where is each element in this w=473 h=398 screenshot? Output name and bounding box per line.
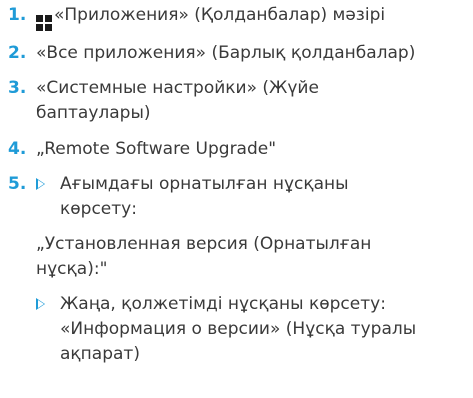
substep-available-version: Жаңа, қолжетімді нұсқаны көрсету: «Инфор… bbox=[36, 292, 467, 367]
item-text-4: „Remote Software Upgrade" bbox=[36, 139, 277, 159]
list-item-3: 3. «Системные настройки» (Жүйе баптаулар… bbox=[0, 76, 467, 126]
list-item-1: 1. «Приложения» (Қолданбалар) мәзірі bbox=[0, 3, 467, 31]
substep-available-version-text: Жаңа, қолжетімді нұсқаны көрсету: «Инфор… bbox=[60, 294, 417, 364]
item-number-1: 1. bbox=[8, 5, 27, 25]
item-number-4: 4. bbox=[8, 139, 27, 159]
item-number-5: 5. bbox=[8, 174, 27, 194]
list-item-5: 5. Ағымдағы орнатылған нұсқаны көрсету: … bbox=[0, 172, 467, 367]
item-text-2: «Все приложения» (Барлық қолданбалар) bbox=[36, 43, 416, 63]
item-text-3: «Системные настройки» (Жүйе баптаулары) bbox=[36, 78, 319, 123]
triangle-bullet-icon bbox=[36, 178, 45, 190]
list-item-4: 4. „Remote Software Upgrade" bbox=[0, 137, 467, 162]
item-text-1: «Приложения» (Қолданбалар) мәзірі bbox=[36, 3, 467, 31]
triangle-bullet-icon bbox=[36, 298, 45, 310]
substep-current-version-text: Ағымдағы орнатылған нұсқаны көрсету: bbox=[60, 174, 349, 219]
item-number-3: 3. bbox=[8, 78, 27, 98]
item-number-2: 2. bbox=[8, 43, 27, 63]
item-label-1: «Приложения» (Қолданбалар) мәзірі bbox=[54, 5, 386, 25]
installed-version-quote: „Установленная версия (Орнатылған нұсқа)… bbox=[36, 232, 467, 282]
list-item-2: 2. «Все приложения» (Барлық қолданбалар) bbox=[0, 41, 467, 66]
substep-current-version: Ағымдағы орнатылған нұсқаны көрсету: bbox=[36, 172, 467, 222]
instruction-page: 1. «Приложения» (Қолданбалар) мәзірі 2. … bbox=[0, 0, 473, 398]
instruction-list: 1. «Приложения» (Қолданбалар) мәзірі 2. … bbox=[0, 3, 467, 367]
installed-version-quote-text: „Установленная версия (Орнатылған нұсқа)… bbox=[36, 234, 372, 279]
grid-menu-icon bbox=[36, 15, 52, 31]
